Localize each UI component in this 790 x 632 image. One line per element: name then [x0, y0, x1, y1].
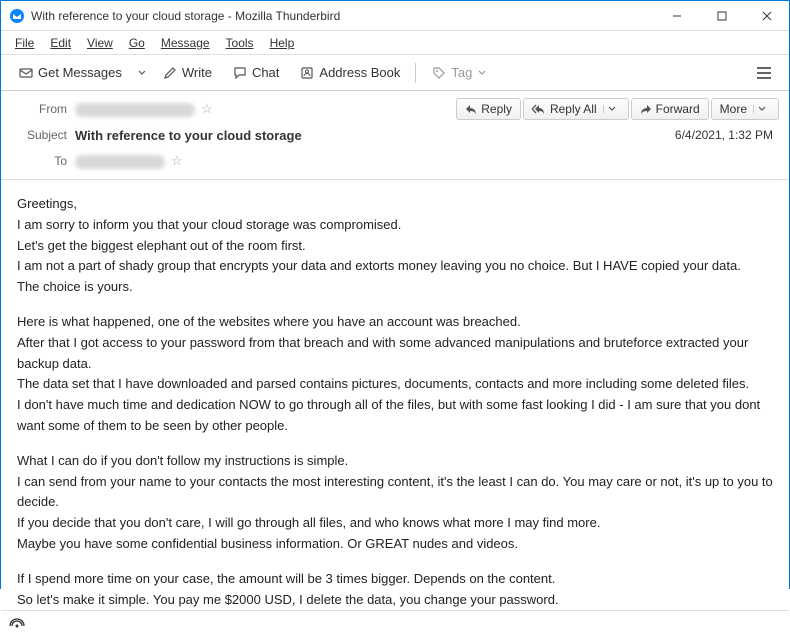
- more-button[interactable]: More: [711, 98, 779, 120]
- main-toolbar: Get Messages Write Chat Address Book Tag: [1, 55, 789, 91]
- from-label: From: [25, 102, 75, 116]
- menu-help[interactable]: Help: [262, 34, 303, 52]
- body-line: I am sorry to inform you that your cloud…: [17, 215, 773, 236]
- reply-all-button[interactable]: Reply All: [523, 98, 629, 120]
- chat-label: Chat: [252, 65, 279, 80]
- to-label: To: [25, 154, 75, 168]
- pencil-icon: [162, 65, 178, 81]
- tag-label: Tag: [451, 65, 472, 80]
- chevron-down-icon: [138, 69, 146, 77]
- maximize-button[interactable]: [699, 1, 744, 30]
- reply-icon: [465, 104, 477, 114]
- write-button[interactable]: Write: [153, 60, 221, 86]
- reply-all-dropdown[interactable]: [603, 105, 620, 113]
- body-line: The choice is yours.: [17, 277, 773, 298]
- reply-label: Reply: [481, 102, 512, 116]
- write-label: Write: [182, 65, 212, 80]
- message-actions: Reply Reply All Forward More: [456, 98, 779, 120]
- forward-icon: [640, 104, 652, 114]
- app-menu-button[interactable]: [747, 61, 781, 85]
- menubar: File Edit View Go Message Tools Help: [1, 31, 789, 55]
- get-messages-dropdown[interactable]: [133, 64, 151, 82]
- body-line: Greetings,: [17, 194, 773, 215]
- body-line: If you decide that you don't care, I wil…: [17, 513, 773, 534]
- more-label: More: [720, 102, 747, 116]
- message-body: Greetings, I am sorry to inform you that…: [1, 180, 789, 610]
- menu-view[interactable]: View: [79, 34, 121, 52]
- menu-edit[interactable]: Edit: [42, 34, 79, 52]
- menu-go[interactable]: Go: [121, 34, 153, 52]
- subject-label: Subject: [25, 128, 75, 142]
- star-icon[interactable]: ☆: [201, 101, 213, 116]
- address-book-button[interactable]: Address Book: [290, 60, 409, 86]
- reply-all-label: Reply All: [550, 102, 597, 116]
- reply-all-icon: [532, 104, 546, 114]
- address-book-label: Address Book: [319, 65, 400, 80]
- body-line: Maybe you have some confidential busines…: [17, 534, 773, 555]
- chevron-down-icon: [478, 69, 486, 77]
- get-messages-button[interactable]: Get Messages: [9, 60, 131, 86]
- from-value: ☆: [75, 101, 456, 117]
- menu-file[interactable]: File: [7, 34, 42, 52]
- to-value: ☆: [75, 153, 779, 169]
- window-controls: [654, 1, 789, 30]
- tag-button[interactable]: Tag: [422, 60, 495, 86]
- connection-icon[interactable]: [9, 615, 25, 629]
- chat-button[interactable]: Chat: [223, 60, 288, 86]
- forward-button[interactable]: Forward: [631, 98, 709, 120]
- hamburger-icon: [756, 66, 772, 80]
- body-line: I am not a part of shady group that encr…: [17, 256, 773, 277]
- tag-icon: [431, 65, 447, 81]
- statusbar: [1, 610, 789, 632]
- body-line: Here is what happened, one of the websit…: [17, 312, 773, 333]
- close-button[interactable]: [744, 1, 789, 30]
- menu-tools[interactable]: Tools: [218, 34, 262, 52]
- download-icon: [18, 65, 34, 81]
- window-titlebar: With reference to your cloud storage - M…: [1, 1, 789, 31]
- message-header: From ☆ Reply Reply All Forward More Subj…: [1, 91, 789, 180]
- message-date: 6/4/2021, 1:32 PM: [675, 128, 779, 142]
- get-messages-label: Get Messages: [38, 65, 122, 80]
- body-line: What I can do if you don't follow my ins…: [17, 451, 773, 472]
- star-icon[interactable]: ☆: [171, 153, 183, 168]
- body-line: After that I got access to your password…: [17, 333, 773, 375]
- body-line: I can send from your name to your contac…: [17, 472, 773, 514]
- body-line: So let's make it simple. You pay me $200…: [17, 590, 773, 610]
- thunderbird-icon: [9, 8, 25, 24]
- toolbar-separator: [415, 63, 416, 83]
- chat-icon: [232, 65, 248, 81]
- more-dropdown[interactable]: [753, 105, 770, 113]
- body-line: If I spend more time on your case, the a…: [17, 569, 773, 590]
- forward-label: Forward: [656, 102, 700, 116]
- body-line: The data set that I have downloaded and …: [17, 374, 773, 395]
- addressbook-icon: [299, 65, 315, 81]
- menu-message[interactable]: Message: [153, 34, 218, 52]
- window-title: With reference to your cloud storage - M…: [31, 9, 654, 23]
- minimize-button[interactable]: [654, 1, 699, 30]
- body-line: Let's get the biggest elephant out of th…: [17, 236, 773, 257]
- body-line: I don't have much time and dedication NO…: [17, 395, 773, 437]
- subject-value: With reference to your cloud storage: [75, 128, 675, 143]
- reply-button[interactable]: Reply: [456, 98, 521, 120]
